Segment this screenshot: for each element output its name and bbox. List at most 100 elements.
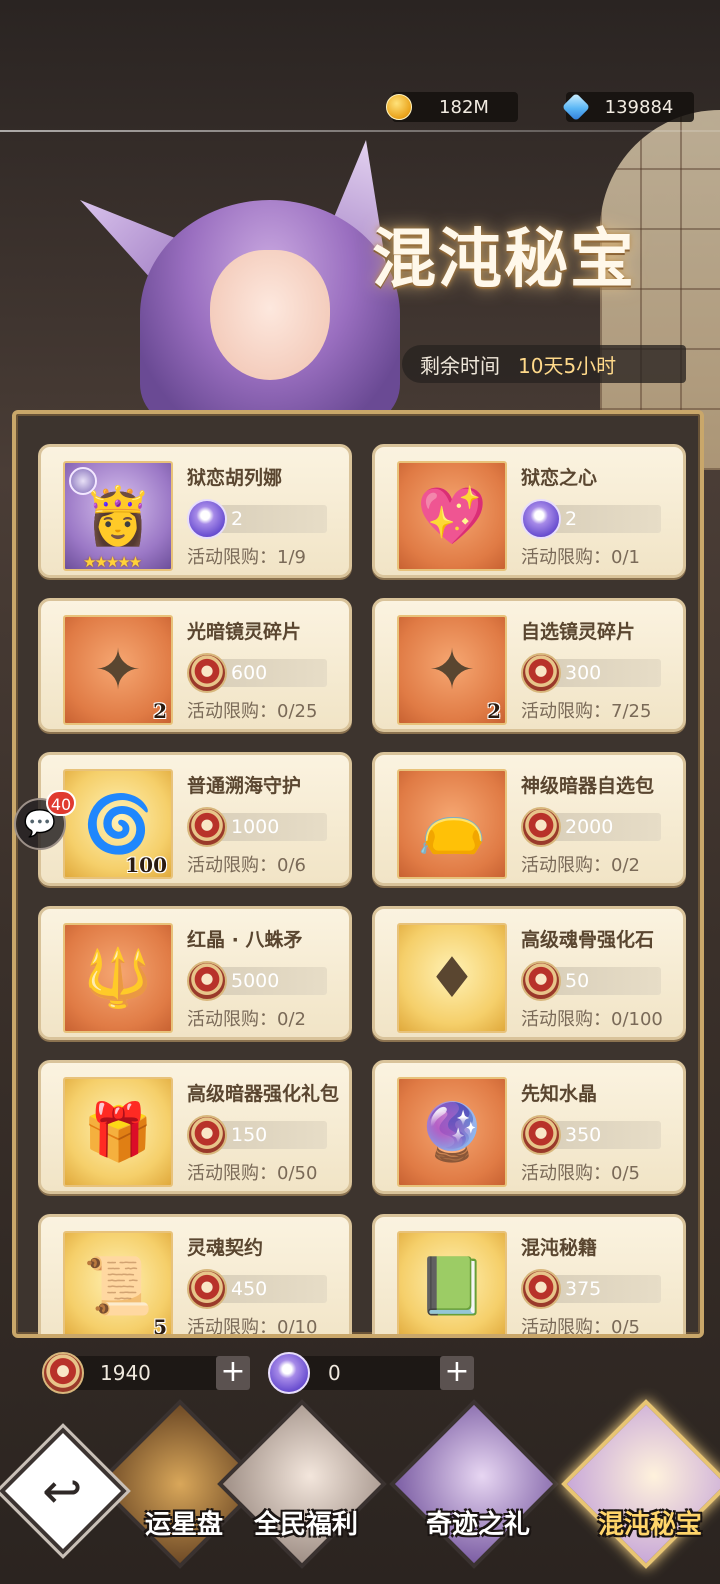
medal-coin-icon [42, 1352, 84, 1394]
item-quantity: 100 [125, 853, 167, 877]
element-badge-icon [69, 467, 97, 495]
tab-label: 全民福利 [253, 1510, 358, 1540]
welfare-tab-icon [217, 1399, 387, 1569]
item-name: 光暗镜灵碎片 [187, 621, 302, 643]
gold-coin-icon [386, 94, 412, 120]
item-name: 灵魂契约 [187, 1237, 264, 1259]
red-crystal-icon: ♦ [426, 945, 478, 1011]
timer-label: 剩余时间 [420, 353, 500, 378]
medal-coin-icon [521, 961, 561, 1001]
item-thumbnail: 🌀 100 [63, 769, 173, 879]
shop-item-card[interactable]: 🔱 红晶 · 八蛛矛 5000 活动限购：0/2 [38, 906, 352, 1040]
red-gift-bag-icon: 🎁 [83, 1100, 153, 1165]
medal-coin-icon [521, 807, 561, 847]
item-name: 红晶 · 八蛛矛 [187, 929, 303, 951]
item-name: 先知水晶 [521, 1083, 598, 1105]
item-thumbnail: 📜 5 [63, 1231, 173, 1338]
purchase-limit: 活动限购：0/50 [187, 1163, 318, 1184]
item-thumbnail: ✦ 2 [397, 615, 507, 725]
shop-item-card[interactable]: 🔮 先知水晶 350 活动限购：0/5 [372, 1060, 686, 1194]
item-thumbnail: ♦ [397, 923, 507, 1033]
shop-item-card[interactable]: 🎁 高级暗器强化礼包 150 活动限购：0/50 [38, 1060, 352, 1194]
red-spider-spear-icon: 🔱 [83, 946, 153, 1011]
item-name: 狱恋胡列娜 [187, 467, 283, 489]
item-name: 高级暗器强化礼包 [187, 1083, 340, 1105]
medal-currency-value: 1940 [100, 1361, 151, 1385]
item-thumbnail: 🎁 [63, 1077, 173, 1187]
purchase-limit: 活动限购：0/5 [521, 1163, 640, 1184]
medal-coin-icon [187, 1269, 227, 1309]
mystery-book-icon: 📗 [417, 1254, 487, 1319]
gem-counter[interactable]: 139884 [561, 92, 694, 122]
gold-counter[interactable]: 182M [386, 92, 518, 122]
gift-bag-icon: 👝 [417, 792, 487, 857]
purchase-limit: 活动限购：0/25 [187, 701, 318, 722]
medal-coin-icon [187, 807, 227, 847]
event-timer: 剩余时间 10天5小时 [402, 345, 686, 383]
item-thumbnail: 📗 [397, 1231, 507, 1334]
shop-item-card[interactable]: ✦ 2 自选镜灵碎片 300 活动限购：7/25 [372, 598, 686, 732]
item-thumbnail: 👸 ★★★★★ [63, 461, 173, 571]
tab-label: 混沌秘宝 [597, 1510, 702, 1540]
purchase-limit: 活动限购：0/100 [521, 1009, 663, 1030]
shop-item-card[interactable]: ♦ 高级魂骨强化石 50 活动限购：0/100 [372, 906, 686, 1040]
star-rating: ★★★★★ [83, 553, 142, 571]
back-arrow-icon: ↩ [42, 1463, 83, 1520]
medal-coin-icon [187, 653, 227, 693]
item-thumbnail: 👝 [397, 769, 507, 879]
purchase-limit: 活动限购：1/9 [187, 547, 306, 568]
chat-unread-badge: 40 [46, 790, 76, 816]
shop-item-card[interactable]: 👝 神级暗器自选包 2000 活动限购：0/2 [372, 752, 686, 886]
chaos-treasure-tab-icon [561, 1399, 720, 1569]
medal-coin-icon [187, 961, 227, 1001]
shop-item-card[interactable]: 📗 混沌秘籍 375 活动限购：0/5 [372, 1214, 686, 1338]
item-name: 普通溯海守护 [187, 775, 302, 797]
purchase-limit: 活动限购：0/2 [521, 855, 640, 876]
orb-coin-icon [187, 499, 227, 539]
medal-coin-icon [521, 653, 561, 693]
shop-item-card[interactable]: 🌀 100 普通溯海守护 1000 活动限购：0/6 [38, 752, 352, 886]
item-thumbnail: ✦ 2 [63, 615, 173, 725]
shop-item-card[interactable]: 📜 5 灵魂契约 450 活动限购：0/10 [38, 1214, 352, 1338]
item-name: 混沌秘籍 [521, 1237, 598, 1259]
item-thumbnail: 🔱 [63, 923, 173, 1033]
item-name: 狱恋之心 [521, 467, 598, 489]
item-name: 自选镜灵碎片 [521, 621, 636, 643]
winged-heart-icon: 💖 [417, 484, 487, 549]
shop-item-card[interactable]: 👸 ★★★★★ 狱恋胡列娜 2 活动限购：1/9 [38, 444, 352, 578]
hero-face [210, 250, 330, 380]
purchase-limit: 活动限购：0/6 [187, 855, 306, 876]
header-divider [0, 130, 720, 132]
crystal-ball-icon: 🔮 [417, 1100, 487, 1165]
purchase-limit: 活动限购：0/1 [521, 547, 640, 568]
tab-label: 奇迹之礼 [425, 1510, 530, 1540]
purchase-limit: 活动限购：0/10 [187, 1317, 318, 1338]
purchase-limit: 活动限购：0/5 [521, 1317, 640, 1338]
bottom-nav: 运星盘 全民福利 奇迹之礼 混沌秘宝 ↩ [0, 1399, 720, 1584]
shop-item-card[interactable]: 💖 狱恋之心 2 活动限购：0/1 [372, 444, 686, 578]
orb-coin-icon [268, 1352, 310, 1394]
tab-welfare[interactable]: 全民福利 [217, 1399, 390, 1584]
medal-coin-icon [521, 1115, 561, 1155]
medal-coin-icon [187, 1115, 227, 1155]
shop-item-card[interactable]: ✦ 2 光暗镜灵碎片 600 活动限购：0/25 [38, 598, 352, 732]
shop-panel: 👸 ★★★★★ 狱恋胡列娜 2 活动限购：1/9 💖 狱恋之心 2 活动限购：0… [12, 410, 704, 1338]
item-thumbnail: 🔮 [397, 1077, 507, 1187]
item-name: 神级暗器自选包 [521, 775, 655, 797]
timer-value: 10天5小时 [518, 353, 617, 378]
purchase-limit: 活动限购：7/25 [521, 701, 652, 722]
orb-currency-value: 0 [328, 1361, 341, 1385]
item-quantity: 5 [153, 1315, 167, 1338]
add-orb-button[interactable]: + [440, 1356, 474, 1390]
item-name: 高级魂骨强化石 [521, 929, 655, 951]
item-quantity: 2 [487, 699, 501, 723]
miracle-gift-tab-icon [389, 1399, 559, 1569]
tab-chaos-treasure[interactable]: 混沌秘宝 [561, 1399, 720, 1584]
page-title: 混沌秘宝 [372, 222, 636, 297]
tab-miracle-gift[interactable]: 奇迹之礼 [389, 1399, 562, 1584]
medal-coin-icon [521, 1269, 561, 1309]
purchase-limit: 活动限购：0/2 [187, 1009, 306, 1030]
orb-currency: 0 + [268, 1352, 474, 1394]
add-medal-button[interactable]: + [216, 1356, 250, 1390]
medal-currency: 1940 + [42, 1352, 250, 1394]
